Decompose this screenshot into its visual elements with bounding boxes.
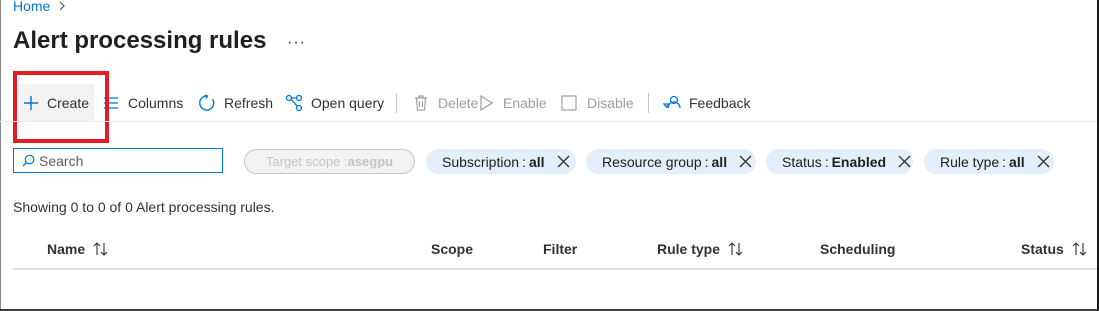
search-input[interactable] xyxy=(39,151,219,170)
column-header-name[interactable]: Name xyxy=(47,241,109,257)
resource-group-filter[interactable]: Resource group : all xyxy=(586,149,756,174)
open-query-label: Open query xyxy=(311,95,385,111)
breadcrumb-home-link[interactable]: Home xyxy=(13,0,50,14)
filter-separator: : xyxy=(704,153,709,170)
subscription-filter-value: all xyxy=(528,153,545,170)
target-scope-label: Target scope : xyxy=(265,154,348,169)
columns-button[interactable]: Columns xyxy=(103,84,198,122)
rule-type-filter-value: all xyxy=(1009,153,1025,170)
more-options-button[interactable]: ··· xyxy=(287,34,306,52)
rule-type-filter-label: Rule type xyxy=(940,153,1000,170)
result-summary: Showing 0 to 0 of 0 Alert processing rul… xyxy=(13,199,275,215)
enable-label: Enable xyxy=(503,95,547,111)
status-filter-label: Status xyxy=(782,153,822,170)
column-header-status-label: Status xyxy=(1021,241,1064,257)
column-header-scheduling-label: Scheduling xyxy=(820,241,896,257)
column-header-scope: Scope xyxy=(431,241,473,257)
sort-icon xyxy=(1072,242,1087,256)
column-header-filter: Filter xyxy=(543,241,577,257)
rule-type-filter[interactable]: Rule type : all xyxy=(924,149,1054,174)
resource-group-filter-value: all xyxy=(711,153,728,170)
column-header-filter-label: Filter xyxy=(543,241,578,257)
breadcrumb: Home xyxy=(13,0,68,14)
command-bar: Create Columns Refresh Open query Delete… xyxy=(14,84,751,122)
subscription-filter[interactable]: Subscription : all xyxy=(426,149,576,174)
open-query-button[interactable]: Open query xyxy=(285,84,396,122)
close-icon[interactable] xyxy=(898,155,911,168)
query-graph-icon xyxy=(285,94,303,112)
columns-label: Columns xyxy=(128,95,184,111)
disable-button[interactable]: Disable xyxy=(561,84,648,122)
column-header-rule-type-label: Rule type xyxy=(657,241,721,257)
target-scope-value: asegpu xyxy=(347,154,394,169)
refresh-label: Refresh xyxy=(224,95,274,111)
column-header-rule-type[interactable]: Rule type xyxy=(657,241,744,257)
search-icon xyxy=(22,154,35,167)
feedback-label: Feedback xyxy=(689,95,751,111)
column-header-scheduling: Scheduling xyxy=(820,241,895,257)
filter-separator: : xyxy=(1002,153,1007,170)
filter-separator: : xyxy=(522,153,526,170)
chevron-right-icon xyxy=(59,1,66,11)
column-header-status[interactable]: Status xyxy=(1021,241,1088,257)
target-scope-filter: Target scope : asegpu xyxy=(244,149,415,174)
refresh-icon xyxy=(199,94,215,111)
disable-label: Disable xyxy=(587,95,634,111)
column-header-name-label: Name xyxy=(47,241,86,257)
close-icon[interactable] xyxy=(739,155,752,168)
play-icon xyxy=(480,95,493,111)
refresh-button[interactable]: Refresh xyxy=(198,84,285,122)
status-filter-value: Enabled xyxy=(831,153,887,170)
delete-button[interactable]: Delete xyxy=(397,84,479,122)
toolbar-divider xyxy=(0,121,1097,122)
stop-icon xyxy=(561,95,577,111)
filter-separator: : xyxy=(824,153,829,170)
feedback-icon xyxy=(663,95,681,109)
close-icon[interactable] xyxy=(1037,155,1050,168)
trash-icon xyxy=(415,95,427,111)
sort-icon xyxy=(728,242,743,256)
table-header-divider xyxy=(13,268,1097,270)
resource-group-filter-label: Resource group xyxy=(602,153,702,170)
status-filter[interactable]: Status : Enabled xyxy=(766,149,913,174)
delete-label: Delete xyxy=(438,95,479,111)
column-header-scope-label: Scope xyxy=(431,241,474,257)
create-highlight-box xyxy=(13,71,109,143)
subscription-filter-label: Subscription xyxy=(442,153,520,170)
page-title: Alert processing rules xyxy=(13,27,267,54)
enable-button[interactable]: Enable xyxy=(479,84,561,122)
search-field[interactable] xyxy=(13,148,223,173)
close-icon[interactable] xyxy=(557,155,570,168)
feedback-button[interactable]: Feedback xyxy=(649,84,751,122)
sort-icon xyxy=(93,242,108,256)
